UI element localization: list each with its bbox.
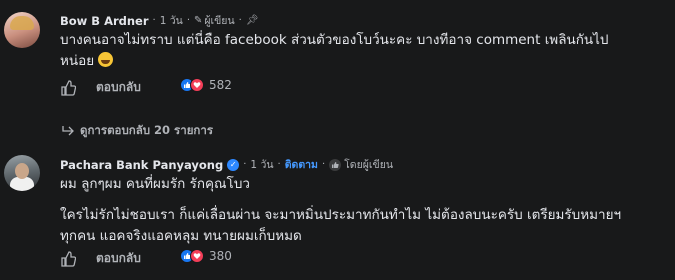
reaction-summary[interactable]: 380 [180, 249, 232, 263]
timestamp[interactable]: 1 วัน [160, 12, 183, 29]
separator-dot: · [321, 159, 326, 170]
reply-arrow-icon [62, 126, 74, 136]
comment-text-line: ทุกคน แอคจริงแอคหลุม ทนายผมเก็บหมด [60, 228, 302, 244]
reaction-summary[interactable]: 582 [180, 78, 232, 92]
love-reaction-icon [190, 78, 204, 92]
comment-text: ผม ลูกๆผม คนที่ผมรัก รักคุณโบว [60, 174, 250, 195]
reaction-count: 582 [209, 78, 232, 92]
separator-dot: · [152, 15, 156, 26]
comment-text-line: หน่อย [60, 51, 608, 72]
verified-icon: ✓ [227, 158, 240, 171]
pin-icon: 📌︎ [245, 15, 259, 26]
author-liked-icon [329, 158, 342, 171]
comment-text-line: บางคนอาจไม่ทราบ แต่นี่คือ facebook ส่วนต… [60, 32, 609, 48]
avatar[interactable] [4, 12, 40, 48]
view-replies-link[interactable]: ดูการตอบกลับ 20 รายการ [62, 122, 213, 140]
separator-dot: · [238, 15, 242, 26]
comment-text-line: ผม ลูกๆผม คนที่ผมรัก รักคุณโบว [60, 176, 250, 192]
avatar[interactable] [4, 155, 40, 191]
separator-dot: · [277, 159, 281, 170]
love-reaction-icon [190, 249, 204, 263]
separator-dot: · [186, 15, 190, 26]
like-icon[interactable] [60, 79, 76, 96]
comment-text-line: ใครไม่รักไม่ชอบเรา ก็แค่เลื่อนผ่าน จะมาห… [60, 207, 622, 223]
comment-text-segment: หน่อย [60, 53, 95, 69]
smile-emoji-icon [98, 52, 114, 67]
reply-button[interactable]: ตอบกลับ [96, 249, 141, 268]
like-icon[interactable] [60, 250, 76, 267]
pencil-icon: ✎ [194, 15, 203, 26]
reply-button[interactable]: ตอบกลับ [96, 78, 141, 97]
author-name[interactable]: Bow B Ardner [60, 14, 149, 28]
separator-dot: · [243, 159, 247, 170]
view-replies-label: ดูการตอบกลับ 20 รายการ [80, 123, 214, 137]
comment-actions: ตอบกลับ [60, 78, 141, 97]
liked-by-author-label: โดยผู้เขียน [344, 159, 394, 171]
comment-text: บางคนอาจไม่ทราบ แต่นี่คือ facebook ส่วนต… [60, 30, 608, 72]
reaction-count: 380 [209, 249, 232, 263]
comment-actions: ตอบกลับ [60, 249, 141, 268]
comment-header: Pachara Bank Panyayong ✓ · 1 วัน · ติดตา… [60, 156, 393, 173]
author-name[interactable]: Pachara Bank Panyayong [60, 158, 223, 172]
author-badge: ผู้เขียน [204, 15, 235, 27]
comment-text: ใครไม่รักไม่ชอบเรา ก็แค่เลื่อนผ่าน จะมาห… [60, 205, 621, 247]
timestamp[interactable]: 1 วัน [250, 156, 273, 173]
comment-header: Bow B Ardner · 1 วัน · ✎ ผู้เขียน · 📌︎ [60, 12, 259, 29]
follow-button[interactable]: ติดตาม [285, 156, 318, 173]
